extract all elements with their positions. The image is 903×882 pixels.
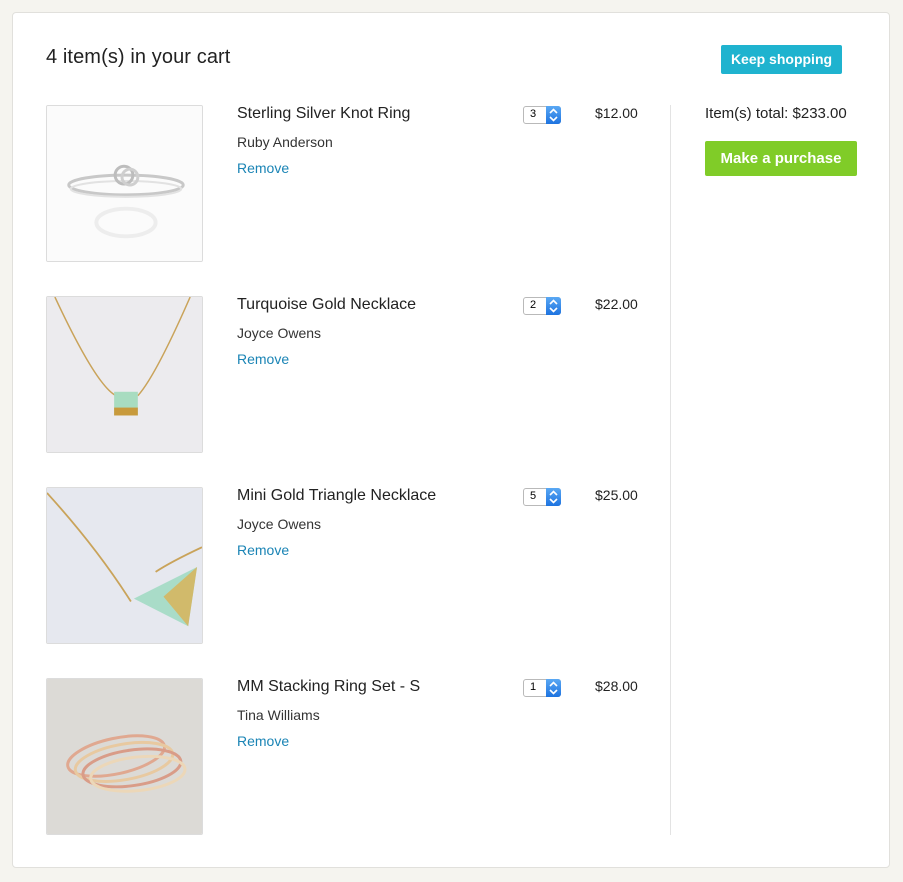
- quantity-select[interactable]: 2: [523, 297, 561, 315]
- select-arrows-icon: [546, 297, 561, 315]
- seller-name[interactable]: Ruby Anderson: [237, 134, 333, 150]
- remove-link[interactable]: Remove: [237, 351, 289, 367]
- product-name[interactable]: Sterling Silver Knot Ring: [237, 105, 410, 123]
- cart-item: Sterling Silver Knot Ring Ruby Anderson …: [46, 105, 661, 296]
- select-arrows-icon: [546, 679, 561, 697]
- select-arrows-icon: [546, 106, 561, 124]
- cart-title: 4 item(s) in your cart: [46, 46, 231, 68]
- quantity-value: 2: [530, 299, 537, 311]
- quantity-value: 3: [530, 108, 537, 120]
- product-name[interactable]: MM Stacking Ring Set - S: [237, 678, 420, 696]
- seller-name[interactable]: Joyce Owens: [237, 325, 321, 341]
- seller-name[interactable]: Joyce Owens: [237, 516, 321, 532]
- item-price: $25.00: [595, 487, 638, 503]
- remove-link[interactable]: Remove: [237, 160, 289, 176]
- quantity-select[interactable]: 3: [523, 106, 561, 124]
- quantity-select[interactable]: 1: [523, 679, 561, 697]
- turquoise-necklace-image: [47, 297, 202, 452]
- quantity-value: 1: [530, 681, 537, 693]
- triangle-necklace-image: [47, 488, 202, 643]
- quantity-value: 5: [530, 490, 537, 502]
- cart-item: Mini Gold Triangle Necklace Joyce Owens …: [46, 487, 661, 678]
- item-price: $12.00: [595, 105, 638, 121]
- cart-item: Turquoise Gold Necklace Joyce Owens Remo…: [46, 296, 661, 487]
- product-name[interactable]: Turquoise Gold Necklace: [237, 296, 416, 314]
- product-image-knot-ring[interactable]: [46, 105, 203, 262]
- product-name[interactable]: Mini Gold Triangle Necklace: [237, 487, 436, 505]
- cart-items-list: Sterling Silver Knot Ring Ruby Anderson …: [46, 105, 661, 869]
- remove-link[interactable]: Remove: [237, 542, 289, 558]
- item-price: $22.00: [595, 296, 638, 312]
- cart-item: MM Stacking Ring Set - S Tina Williams R…: [46, 678, 661, 869]
- keep-shopping-button[interactable]: Keep shopping: [721, 45, 842, 74]
- item-price: $28.00: [595, 678, 638, 694]
- product-image-turquoise-necklace[interactable]: [46, 296, 203, 453]
- select-arrows-icon: [546, 488, 561, 506]
- product-image-triangle-necklace[interactable]: [46, 487, 203, 644]
- column-divider: [670, 105, 671, 835]
- product-image-stacking-rings[interactable]: [46, 678, 203, 835]
- remove-link[interactable]: Remove: [237, 733, 289, 749]
- make-purchase-button[interactable]: Make a purchase: [705, 141, 857, 176]
- knot-ring-image: [47, 106, 202, 261]
- cart-panel: 4 item(s) in your cart Keep shopping Ste…: [12, 12, 890, 868]
- stacking-rings-image: [47, 679, 202, 834]
- seller-name[interactable]: Tina Williams: [237, 707, 320, 723]
- quantity-select[interactable]: 5: [523, 488, 561, 506]
- cart-total: Item(s) total: $233.00: [705, 105, 847, 122]
